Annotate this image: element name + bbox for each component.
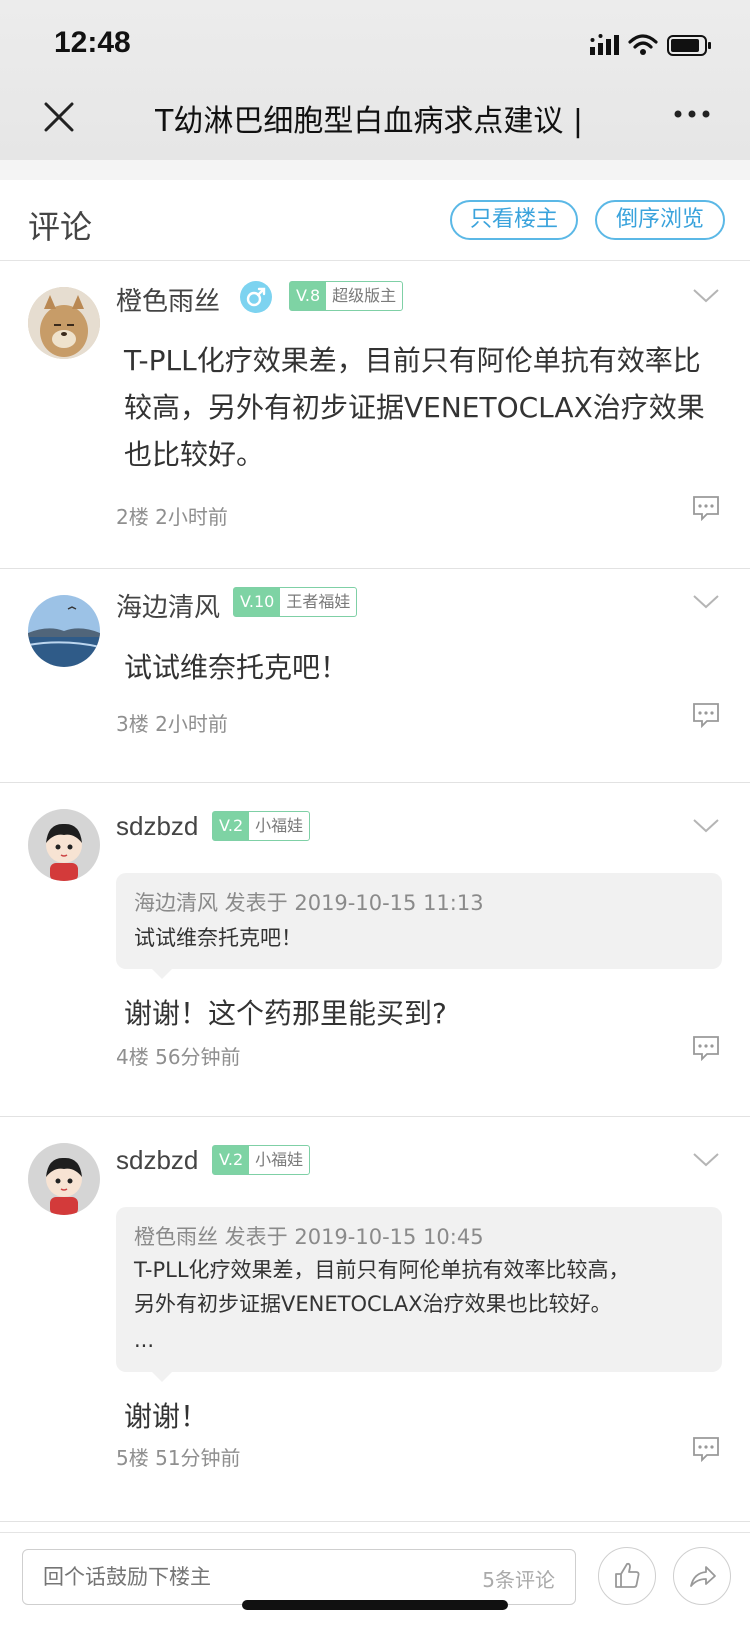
quote-header: 海边清风 发表于 2019-10-15 11:13 bbox=[134, 891, 484, 915]
quote-tail bbox=[152, 1372, 172, 1382]
post-time: 2小时前 bbox=[155, 712, 228, 736]
quote-line: T-PLL化疗效果差，目前只有阿伦单抗有效率比较高， bbox=[134, 1258, 630, 1282]
comment-text: 谢谢！这个药那里能买到? bbox=[124, 997, 447, 1030]
floor-number: 5楼 bbox=[116, 1446, 149, 1470]
post-time: 2小时前 bbox=[155, 505, 228, 529]
comment-input[interactable] bbox=[41, 1560, 435, 1594]
avatar-image bbox=[28, 809, 100, 881]
quoted-reply: 橙色雨丝 发表于 2019-10-15 10:45 T-PLL化疗效果差，目前只… bbox=[116, 1207, 722, 1382]
level-badge: V.8 超级版主 bbox=[289, 281, 404, 311]
status-time: 12:48 bbox=[54, 26, 131, 59]
username[interactable]: sdzbzd bbox=[116, 1145, 198, 1176]
quote-tail bbox=[152, 969, 172, 979]
reply-icon[interactable] bbox=[692, 1436, 720, 1462]
level-title: 超级版主 bbox=[332, 286, 397, 305]
chevron-down-icon[interactable] bbox=[692, 818, 720, 834]
status-icons bbox=[590, 34, 711, 56]
comment-count: 5条评论 bbox=[482, 1568, 555, 1592]
avatar[interactable] bbox=[28, 287, 100, 359]
level-title: 小福娃 bbox=[255, 1150, 304, 1169]
quote-line: ... bbox=[134, 1328, 155, 1352]
comment-item: sdzbzd V.2 小福娃 橙色雨丝 发表于 2019-10-15 10:45… bbox=[0, 1117, 750, 1522]
chevron-down-icon[interactable] bbox=[692, 594, 720, 610]
chevron-down-icon[interactable] bbox=[692, 288, 720, 304]
level-badge: V.2 小福娃 bbox=[212, 1145, 311, 1175]
reverse-order-button[interactable]: 倒序浏览 bbox=[595, 200, 725, 240]
post-time: 56分钟前 bbox=[155, 1045, 241, 1069]
like-button[interactable] bbox=[598, 1547, 656, 1605]
level-badge: V.10 王者福娃 bbox=[233, 587, 358, 617]
comment-item: 橙色雨丝 V.8 超级版主 T-PLL化疗效果差，目前只有阿伦单抗有效率比较高，… bbox=[0, 261, 750, 569]
level-number: V.2 bbox=[213, 812, 250, 840]
comment-text: T-PLL化疗效果差，目前只有阿伦单抗有效率比较高，另外有初步证据VENETOC… bbox=[124, 344, 705, 471]
more-icon[interactable] bbox=[672, 108, 712, 120]
bottom-bar: 5条评论 bbox=[0, 1532, 750, 1625]
share-arrow-icon bbox=[690, 1566, 716, 1587]
comment-meta: 5楼 51分钟前 bbox=[116, 1442, 241, 1471]
comments-header: 评论 只看楼主 倒序浏览 bbox=[0, 180, 750, 261]
comment-meta: 4楼 56分钟前 bbox=[116, 1041, 241, 1070]
quote-text: 试试维奈托克吧！ bbox=[134, 926, 302, 950]
avatar[interactable] bbox=[28, 595, 100, 667]
comment-item: 海边清风 V.10 王者福娃 试试维奈托克吧！ 3楼 2小时前 bbox=[0, 569, 750, 783]
reply-icon[interactable] bbox=[692, 702, 720, 728]
comment-item: sdzbzd V.2 小福娃 海边清风 发表于 2019-10-15 11:13… bbox=[0, 783, 750, 1117]
top-bar: 12:48 T幼淋巴细胞型白血病求点建议 | bbox=[0, 0, 750, 160]
username[interactable]: sdzbzd bbox=[116, 811, 198, 842]
floor-number: 4楼 bbox=[116, 1045, 149, 1069]
avatar-image bbox=[28, 595, 100, 667]
section-gap bbox=[0, 160, 750, 180]
filter-owner-button[interactable]: 只看楼主 bbox=[450, 200, 578, 240]
comment-input-box[interactable]: 5条评论 bbox=[22, 1549, 576, 1605]
male-icon bbox=[240, 281, 272, 313]
comment-text: 谢谢！ bbox=[124, 1400, 209, 1433]
comments-title: 评论 bbox=[28, 208, 93, 246]
floor-number: 2楼 bbox=[116, 505, 149, 529]
chevron-down-icon[interactable] bbox=[692, 1152, 720, 1168]
quote-header: 橙色雨丝 发表于 2019-10-15 10:45 bbox=[134, 1225, 484, 1249]
avatar[interactable] bbox=[28, 1143, 100, 1215]
comment-meta: 2楼 2小时前 bbox=[116, 501, 228, 530]
quote-line: 另外有初步证据VENETOCLAX治疗效果也比较好。 bbox=[134, 1292, 612, 1316]
level-badge: V.2 小福娃 bbox=[212, 811, 311, 841]
level-title: 小福娃 bbox=[255, 816, 304, 835]
thumbs-up-icon bbox=[615, 1562, 640, 1588]
post-time: 51分钟前 bbox=[155, 1446, 241, 1470]
share-button[interactable] bbox=[673, 1547, 731, 1605]
avatar[interactable] bbox=[28, 809, 100, 881]
comment-text: 试试维奈托克吧！ bbox=[124, 651, 349, 684]
reply-icon[interactable] bbox=[692, 495, 720, 521]
level-number: V.2 bbox=[213, 1146, 250, 1174]
quoted-reply: 海边清风 发表于 2019-10-15 11:13 试试维奈托克吧！ bbox=[116, 873, 722, 979]
home-indicator bbox=[242, 1600, 508, 1610]
username[interactable]: 海边清风 bbox=[116, 587, 220, 624]
username[interactable]: 橙色雨丝 bbox=[116, 281, 220, 318]
avatar-image bbox=[28, 287, 100, 359]
level-title: 王者福娃 bbox=[286, 592, 351, 611]
level-number: V.10 bbox=[234, 588, 281, 616]
floor-number: 3楼 bbox=[116, 712, 149, 736]
page-title: T幼淋巴细胞型白血病求点建议 | bbox=[155, 104, 583, 139]
avatar-image bbox=[28, 1143, 100, 1215]
reply-icon[interactable] bbox=[692, 1035, 720, 1061]
comment-meta: 3楼 2小时前 bbox=[116, 708, 228, 737]
close-icon[interactable] bbox=[40, 98, 78, 136]
level-number: V.8 bbox=[290, 282, 327, 310]
